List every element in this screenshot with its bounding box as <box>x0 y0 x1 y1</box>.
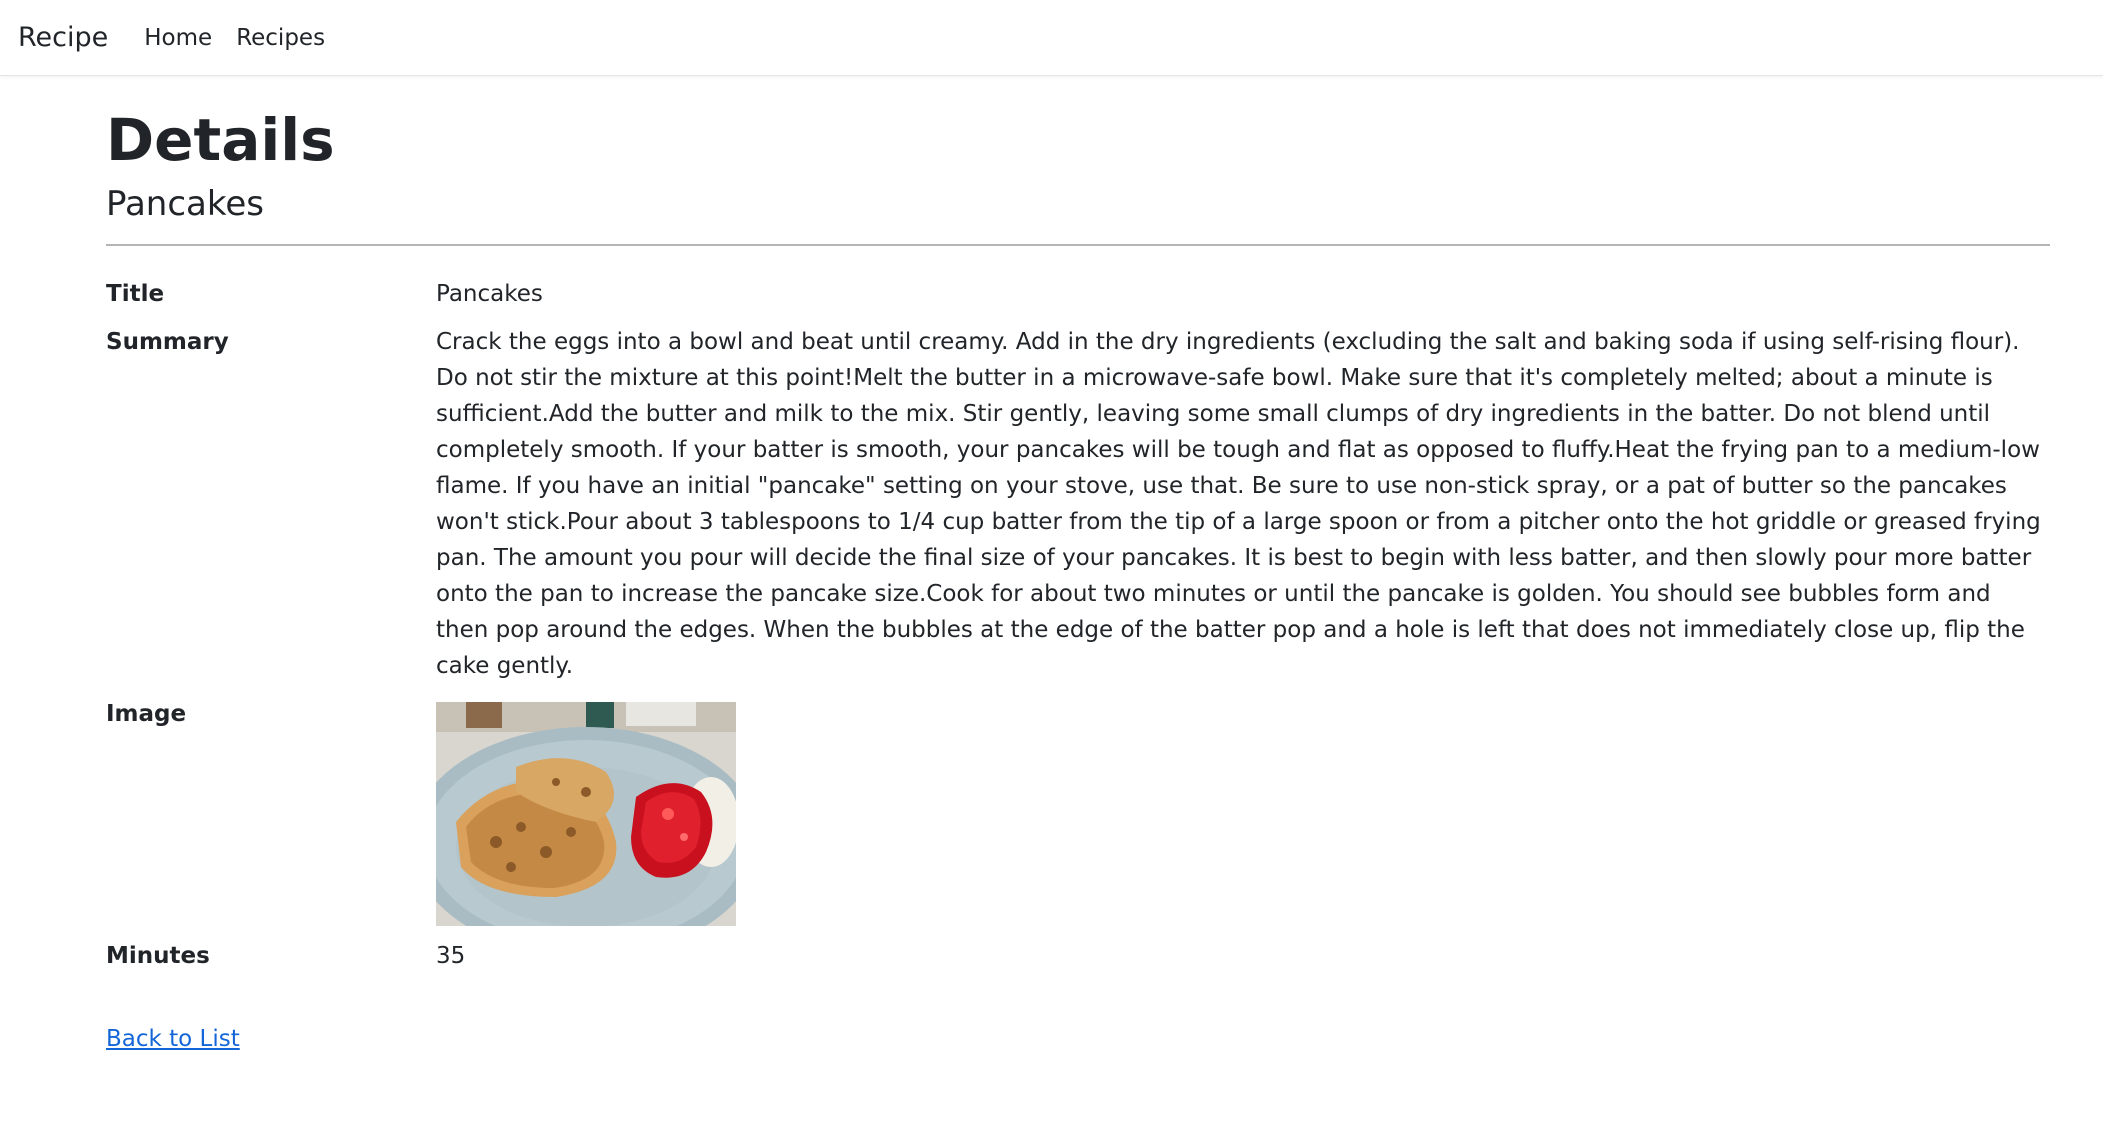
image-label: Image <box>106 701 187 728</box>
title-value: Pancakes <box>436 281 543 308</box>
summary-label: Summary <box>106 329 229 356</box>
detail-row-summary: Summary Crack the eggs into a bowl and b… <box>106 324 2050 684</box>
page-subtitle: Pancakes <box>106 183 264 224</box>
nav-link-home[interactable]: Home <box>144 25 212 51</box>
detail-row-image: Image <box>106 696 2050 927</box>
detail-row-title: Title Pancakes <box>106 276 2050 312</box>
page-title: Details <box>106 106 335 174</box>
details-list: Title Pancakes Summary Crack the eggs in… <box>106 246 2050 974</box>
summary-value: Crack the eggs into a bowl and beat unti… <box>436 329 2041 680</box>
navbar: Recipe Home Recipes <box>0 0 2103 76</box>
back-to-list-link[interactable]: Back to List <box>106 1026 240 1052</box>
detail-row-minutes: Minutes 35 <box>106 938 2050 974</box>
image-cell <box>436 696 2050 927</box>
title-label: Title <box>106 281 165 308</box>
navbar-brand[interactable]: Recipe <box>18 22 108 53</box>
minutes-value: 35 <box>436 943 466 970</box>
minutes-label: Minutes <box>106 943 210 970</box>
pancake-photo <box>436 702 736 927</box>
main-content: Details Pancakes Title Pancakes Summary … <box>106 76 2050 1052</box>
nav-link-recipes[interactable]: Recipes <box>236 25 325 51</box>
